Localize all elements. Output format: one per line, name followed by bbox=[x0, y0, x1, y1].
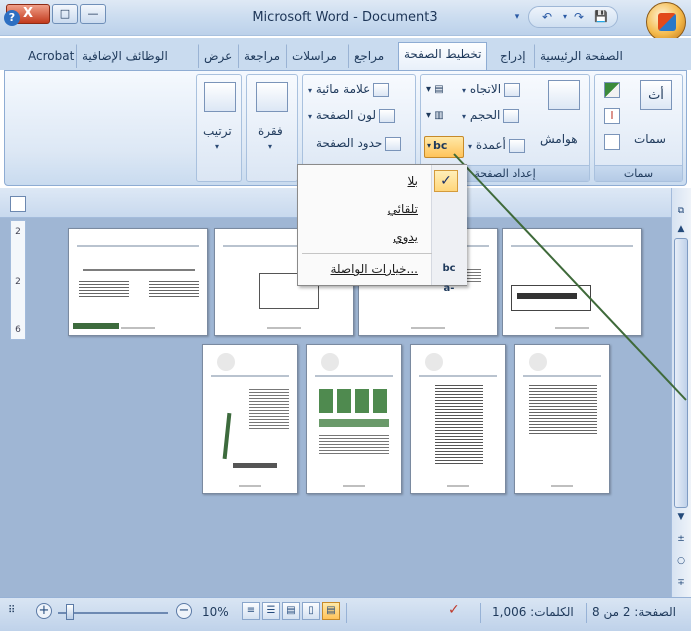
menu-separator bbox=[302, 253, 432, 254]
proofing-icon[interactable]: ✓ bbox=[448, 602, 460, 618]
hyphenation-icon: bc bbox=[433, 139, 448, 152]
office-logo-icon bbox=[658, 13, 676, 31]
save-icon[interactable]: 💾 bbox=[592, 8, 610, 26]
margins-icon[interactable] bbox=[548, 80, 580, 110]
resize-grip-icon[interactable]: ⠿ bbox=[8, 605, 15, 616]
page-thumbnail[interactable] bbox=[306, 344, 402, 494]
page-color-button[interactable]: ▾ لون الصفحة bbox=[308, 108, 395, 123]
tab-acrobat[interactable]: Acrobat bbox=[22, 44, 80, 68]
ruler-number: 2 bbox=[15, 227, 21, 237]
themes-icon[interactable]: أث bbox=[640, 80, 672, 110]
watermark-button[interactable]: ▾ علامة مائية bbox=[308, 82, 390, 97]
menu-item-none[interactable]: بلا bbox=[298, 169, 428, 193]
line-numbers-icon[interactable]: ▾ ▥ bbox=[426, 110, 444, 121]
margins-button[interactable]: هوامش bbox=[540, 132, 578, 146]
tab-view[interactable]: عرض bbox=[198, 44, 238, 68]
print-layout-view-button[interactable]: ▤ bbox=[322, 602, 340, 620]
tab-review[interactable]: مراجعة bbox=[238, 44, 286, 68]
customize-qat-icon[interactable]: ▾ bbox=[508, 8, 526, 26]
zoom-level[interactable]: 10% bbox=[202, 605, 229, 619]
tab-home[interactable]: الصفحة الرئيسية bbox=[534, 44, 629, 68]
columns-label: أعمدة bbox=[475, 138, 506, 152]
page-color-label: لون الصفحة bbox=[315, 108, 376, 122]
arrange-icon[interactable] bbox=[204, 82, 236, 112]
arrange-dropdown-icon[interactable]: ▾ bbox=[215, 142, 219, 151]
page-borders-icon bbox=[385, 136, 402, 151]
page-thumbnail[interactable] bbox=[202, 344, 298, 494]
page-color-icon bbox=[378, 108, 395, 123]
maximize-button[interactable]: □ bbox=[52, 4, 78, 24]
paragraph-icon[interactable] bbox=[256, 82, 288, 112]
breaks-icon[interactable]: ▾ ▤ bbox=[426, 84, 444, 95]
hyphenation-options-icon: bc a- bbox=[442, 263, 456, 294]
columns-icon bbox=[508, 138, 525, 153]
page-borders-button[interactable]: حدود الصفحة bbox=[316, 136, 402, 151]
menu-item-manual[interactable]: يدوي bbox=[298, 225, 428, 249]
theme-fonts-icon[interactable]: I bbox=[604, 108, 620, 124]
arrange-button[interactable]: ترتيب bbox=[203, 124, 232, 138]
paragraph-button[interactable]: فقرة bbox=[258, 124, 283, 138]
draft-view-button[interactable]: ≡ bbox=[242, 602, 260, 620]
status-separator bbox=[480, 603, 481, 623]
scroll-up-icon[interactable]: ▲ bbox=[673, 222, 689, 236]
tab-mailings[interactable]: مراسلات bbox=[286, 44, 343, 68]
full-screen-reading-button[interactable]: ▯ bbox=[302, 602, 320, 620]
page-thumbnail[interactable] bbox=[68, 228, 208, 336]
undo-icon[interactable]: ↶ bbox=[538, 8, 556, 26]
vertical-ruler: 2 2 6 bbox=[10, 220, 26, 340]
check-icon: ✓ bbox=[434, 170, 458, 192]
ruler-number: 2 bbox=[15, 277, 21, 287]
zoom-slider[interactable] bbox=[58, 612, 168, 614]
theme-effects-icon[interactable] bbox=[604, 134, 620, 150]
orientation-icon bbox=[504, 82, 521, 97]
next-page-icon[interactable]: ∓ bbox=[673, 576, 689, 590]
paragraph-dropdown-icon[interactable]: ▾ bbox=[268, 142, 272, 151]
menu-item-hyphenation-options[interactable]: خيارات الواصلة... bbox=[298, 257, 428, 281]
zoom-in-button[interactable]: + bbox=[36, 603, 52, 619]
minimize-button[interactable]: — bbox=[80, 4, 106, 24]
scroll-down-icon[interactable]: ▼ bbox=[673, 510, 689, 524]
hyphenation-button[interactable]: bc ▾ bbox=[424, 136, 464, 158]
orientation-button[interactable]: ▾ الاتجاه bbox=[462, 82, 521, 97]
orientation-label: الاتجاه bbox=[469, 82, 502, 96]
ruler-toggle-icon[interactable] bbox=[10, 196, 26, 212]
outline-view-button[interactable]: ☰ bbox=[262, 602, 280, 620]
tab-insert[interactable]: إدراج bbox=[494, 44, 532, 68]
select-browse-object-icon[interactable]: ○ bbox=[673, 554, 689, 568]
size-button[interactable]: ▾ الحجم bbox=[462, 108, 520, 123]
menu-item-automatic[interactable]: تلقائي bbox=[298, 197, 428, 221]
page-thumbnail[interactable] bbox=[502, 228, 642, 336]
scroll-icon[interactable]: ⧉ bbox=[673, 204, 689, 218]
scroll-thumb[interactable] bbox=[674, 238, 688, 508]
page-thumbnail[interactable] bbox=[514, 344, 610, 494]
size-icon bbox=[503, 108, 520, 123]
web-layout-view-button[interactable]: ▤ bbox=[282, 602, 300, 620]
theme-colors-icon[interactable] bbox=[604, 82, 620, 98]
tab-addins[interactable]: الوظائف الإضافية bbox=[76, 44, 174, 68]
ruler-number: 6 bbox=[15, 325, 21, 335]
tab-page-layout[interactable]: تخطيط الصفحة bbox=[398, 42, 488, 70]
size-label: الحجم bbox=[469, 108, 501, 122]
previous-page-icon[interactable]: ± bbox=[673, 532, 689, 546]
redo-icon[interactable]: ↷ bbox=[570, 8, 588, 26]
tab-references[interactable]: مراجع bbox=[348, 44, 390, 68]
page-borders-label: حدود الصفحة bbox=[316, 136, 383, 150]
watermark-icon bbox=[373, 82, 390, 97]
watermark-label: علامة مائية bbox=[315, 82, 371, 96]
word-count[interactable]: الكلمات: 1,006 bbox=[492, 605, 574, 619]
page-count[interactable]: الصفحة: 2 من 8 bbox=[592, 605, 676, 619]
zoom-out-button[interactable]: − bbox=[176, 603, 192, 619]
window-title: Microsoft Word - Document3 bbox=[252, 10, 438, 25]
zoom-slider-thumb[interactable] bbox=[66, 604, 74, 620]
hyphenation-menu: ✓ بلا تلقائي يدوي خيارات الواصلة... bc a… bbox=[297, 164, 467, 294]
status-separator bbox=[346, 603, 347, 623]
page-thumbnail[interactable] bbox=[410, 344, 506, 494]
themes-group-label: سمات bbox=[595, 165, 682, 181]
status-separator bbox=[586, 603, 587, 623]
help-icon[interactable]: ? bbox=[4, 10, 20, 26]
hyphenation-dropdown-icon: ▾ bbox=[427, 141, 432, 150]
themes-button[interactable]: سمات bbox=[634, 132, 666, 146]
columns-label-button[interactable]: ▾ أعمدة bbox=[468, 138, 525, 153]
